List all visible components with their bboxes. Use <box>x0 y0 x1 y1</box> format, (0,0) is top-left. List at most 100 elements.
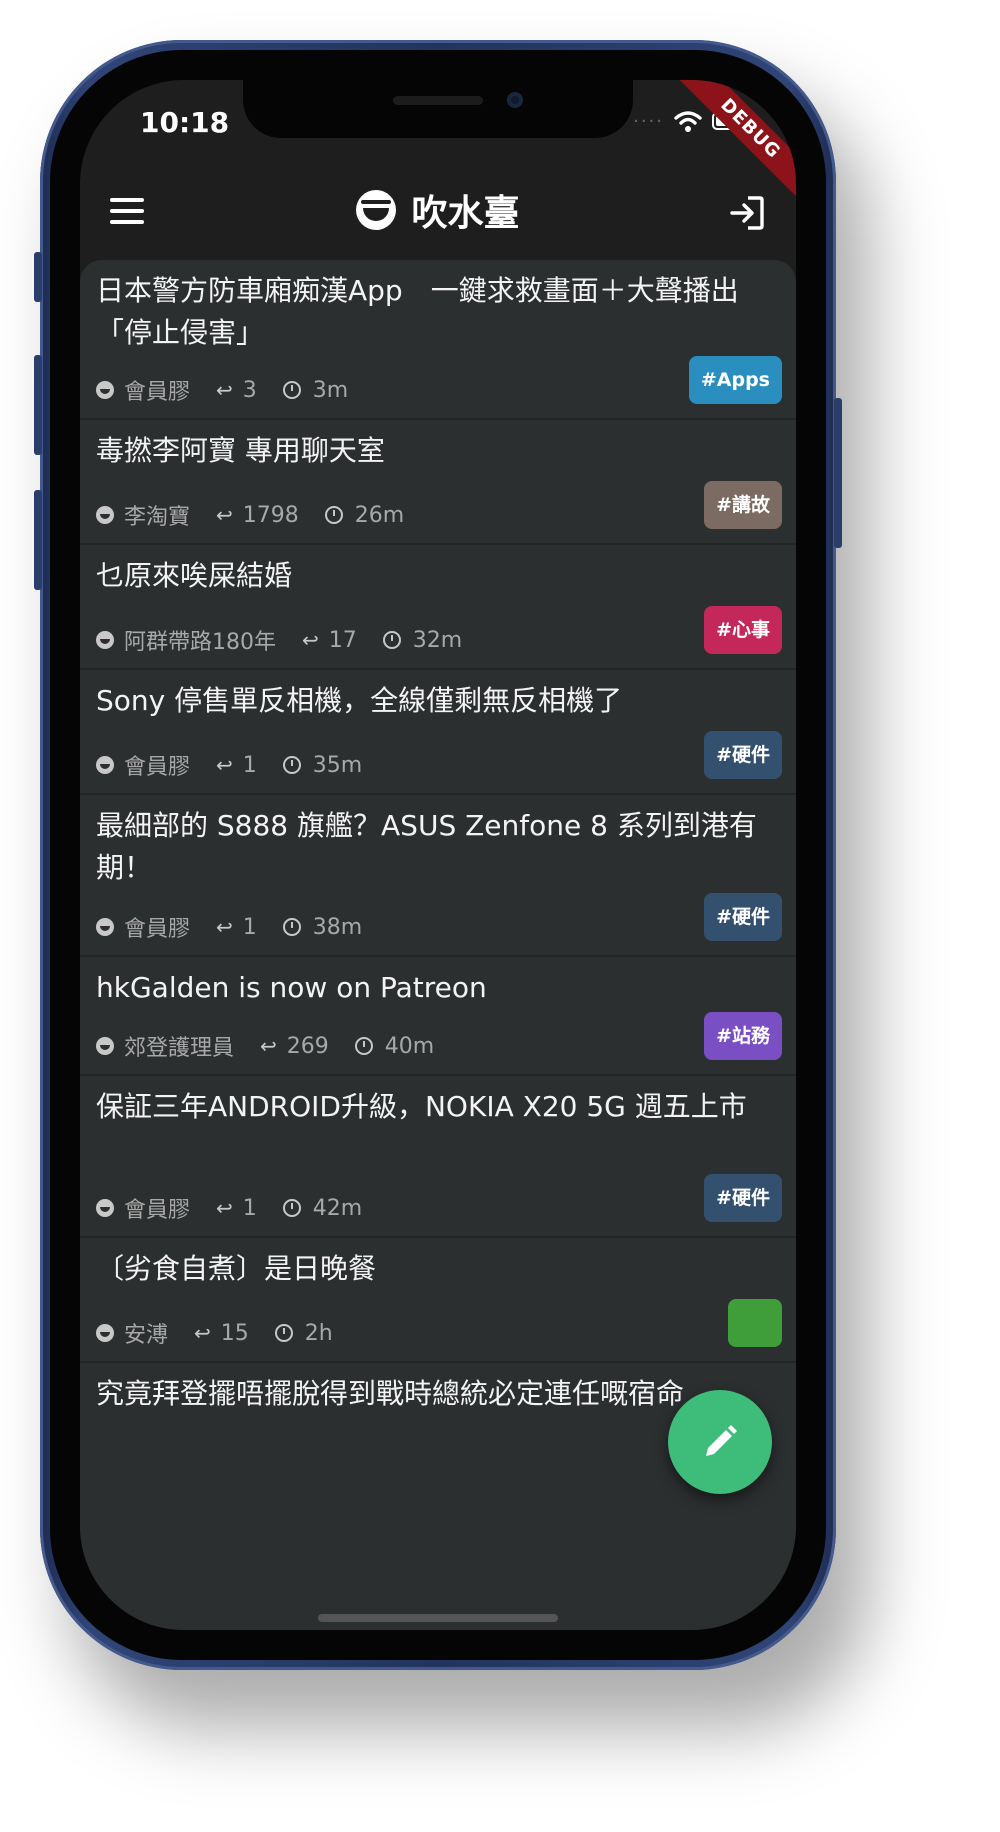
volume-down-button <box>34 490 42 590</box>
clock-icon <box>282 381 301 399</box>
thread-row[interactable]: 最細部的 S888 旗艦？ASUS Zenfone 8 系列到港有期！ 會員膠 … <box>80 795 796 957</box>
user-icon <box>96 918 114 936</box>
thread-time: 32m <box>412 627 463 653</box>
thread-replies: 269 <box>286 1033 329 1059</box>
user-icon <box>96 756 114 774</box>
thread-replies: 15 <box>220 1320 249 1346</box>
thread-row[interactable]: 日本警方防車廂痴漢App 一鍵求救畫面＋大聲播出「停止侵害」 會員膠 ↩ 3 3m… <box>80 260 796 420</box>
front-camera <box>507 92 523 108</box>
status-time: 10:18 <box>140 106 230 139</box>
notch <box>243 80 633 138</box>
thread-tag[interactable]: #站務 <box>704 1012 782 1060</box>
thread-meta: 會員膠 ↩ 1 42m <box>96 1192 388 1224</box>
thread-author: 安溥 <box>124 1323 169 1348</box>
thread-row[interactable]: 乜原來唉屎結婚 阿群帶路180年 ↩ 17 32m #心事 <box>80 545 796 670</box>
thread-replies: 3 <box>242 377 257 403</box>
thread-title: 毒撚李阿寶 專用聊天室 <box>96 434 385 467</box>
thread-title: 最細部的 S888 旗艦？ASUS Zenfone 8 系列到港有期！ <box>96 809 757 884</box>
mute-switch <box>34 252 42 302</box>
new-post-button[interactable] <box>668 1390 772 1494</box>
clock-icon <box>274 1324 293 1342</box>
wifi-icon <box>674 111 702 132</box>
signal-icon: ···· <box>633 110 664 132</box>
thread-meta: 郊登護理員 ↩ 269 40m <box>96 1030 460 1062</box>
thread-title: 〔劣食自煮〕是日晚餐 <box>96 1252 377 1285</box>
thread-title: 日本警方防車廂痴漢App 一鍵求救畫面＋大聲播出「停止侵害」 <box>96 274 739 349</box>
reply-icon: ↩ <box>260 1034 277 1058</box>
thread-replies: 1798 <box>242 502 299 528</box>
speaker <box>393 96 483 105</box>
logo-icon <box>356 190 397 230</box>
thread-row[interactable]: 毒撚李阿寶 專用聊天室 李淘寶 ↩ 1798 26m #講故 <box>80 420 796 545</box>
reply-icon: ↩ <box>194 1321 211 1345</box>
thread-time: 26m <box>354 502 405 528</box>
thread-meta: 會員膠 ↩ 1 35m <box>96 749 388 781</box>
clock-icon <box>354 1037 373 1055</box>
thread-tag[interactable]: #心事 <box>704 606 782 654</box>
thread-title: hkGalden is now on Patreon <box>96 971 487 1004</box>
thread-replies: 17 <box>328 627 357 653</box>
thread-tag[interactable]: #硬件 <box>704 893 782 941</box>
reply-icon: ↩ <box>216 915 233 939</box>
thread-meta: 安溥 ↩ 15 2h <box>96 1317 359 1349</box>
thread-time: 42m <box>312 1195 363 1221</box>
thread-replies: 1 <box>242 1195 257 1221</box>
thread-title: 究竟拜登擺唔擺脫得到戰時總統必定連任嘅宿命 <box>96 1377 685 1410</box>
reply-icon: ↩ <box>216 378 233 402</box>
app-bar: 吹水臺 <box>80 168 796 258</box>
reply-icon: ↩ <box>216 1196 233 1220</box>
clock-icon <box>282 918 301 936</box>
app-screen: 10:18 ···· DEBUG 吹水臺 日本警方防車廂痴漢App 一鍵求救畫面… <box>80 80 796 1630</box>
thread-tag[interactable] <box>728 1299 782 1347</box>
thread-replies: 1 <box>242 752 257 778</box>
thread-time: 38m <box>312 914 363 940</box>
reply-icon: ↩ <box>302 628 319 652</box>
thread-author: 郊登護理員 <box>124 1036 235 1061</box>
thread-tag[interactable]: #Apps <box>688 356 782 404</box>
thread-author: 會員膠 <box>124 1198 191 1223</box>
thread-meta: 會員膠 ↩ 3 3m <box>96 374 374 406</box>
reply-icon: ↩ <box>216 753 233 777</box>
reply-icon: ↩ <box>216 503 233 527</box>
thread-meta: 李淘寶 ↩ 1798 26m <box>96 499 430 531</box>
app-title: 吹水臺 <box>411 193 520 234</box>
pencil-icon <box>706 1425 737 1456</box>
clock-icon <box>382 631 401 649</box>
thread-time: 35m <box>312 752 363 778</box>
thread-title: 乜原來唉屎結婚 <box>96 559 293 592</box>
user-icon <box>96 1037 114 1055</box>
volume-up-button <box>34 355 42 455</box>
thread-tag[interactable]: #講故 <box>704 481 782 529</box>
thread-author: 會員膠 <box>124 917 191 942</box>
thread-author: 阿群帶路180年 <box>124 630 276 655</box>
thread-title: 保証三年ANDROID升級，NOKIA X20 5G 週五上市 <box>96 1090 747 1123</box>
thread-author: 會員膠 <box>124 380 191 405</box>
thread-time: 40m <box>384 1033 435 1059</box>
clock-icon <box>282 756 301 774</box>
power-button <box>834 398 842 548</box>
thread-row[interactable]: 〔劣食自煮〕是日晚餐 安溥 ↩ 15 2h <box>80 1238 796 1363</box>
thread-row[interactable]: 保証三年ANDROID升級，NOKIA X20 5G 週五上市 會員膠 ↩ 1 4… <box>80 1076 796 1238</box>
thread-tag[interactable]: #硬件 <box>704 1174 782 1222</box>
user-icon <box>96 381 114 399</box>
home-indicator <box>318 1614 558 1622</box>
clock-icon <box>324 506 343 524</box>
user-icon <box>96 1324 114 1342</box>
thread-time: 3m <box>312 377 349 403</box>
thread-meta: 會員膠 ↩ 1 38m <box>96 911 388 943</box>
thread-replies: 1 <box>242 914 257 940</box>
user-icon <box>96 506 114 524</box>
thread-author: 會員膠 <box>124 755 191 780</box>
thread-tag[interactable]: #硬件 <box>704 731 782 779</box>
user-icon <box>96 631 114 649</box>
thread-meta: 阿群帶路180年 ↩ 17 32m <box>96 624 488 656</box>
thread-row[interactable]: hkGalden is now on Patreon 郊登護理員 ↩ 269 40… <box>80 957 796 1076</box>
clock-icon <box>282 1199 301 1217</box>
thread-row[interactable]: Sony 停售單反相機，全線僅剩無反相機了 會員膠 ↩ 1 35m #硬件 <box>80 670 796 795</box>
user-icon <box>96 1199 114 1217</box>
login-icon[interactable] <box>728 194 766 232</box>
app-title-group: 吹水臺 <box>80 184 796 236</box>
thread-title: Sony 停售單反相機，全線僅剩無反相機了 <box>96 684 623 717</box>
thread-author: 李淘寶 <box>124 505 191 530</box>
thread-time: 2h <box>304 1320 333 1346</box>
